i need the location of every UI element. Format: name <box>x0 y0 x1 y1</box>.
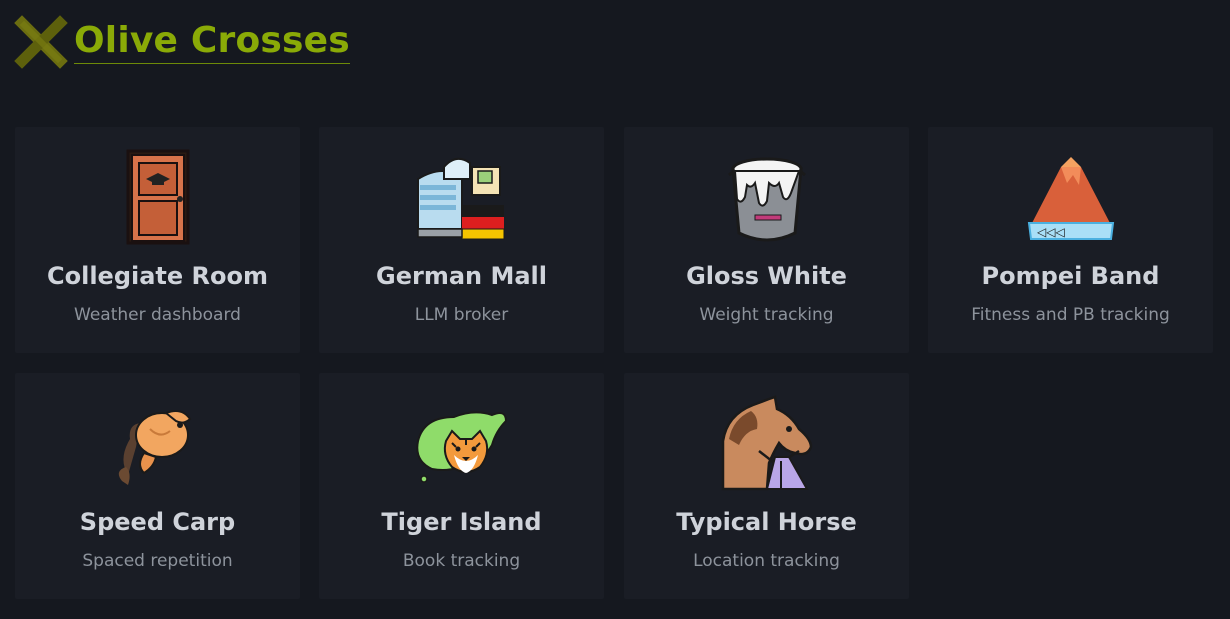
card-title: Speed Carp <box>79 508 236 536</box>
fish-icon <box>118 410 191 485</box>
horse-icon <box>721 395 812 491</box>
card-title: Pompei Band <box>981 262 1160 290</box>
card-subtitle: Weight tracking <box>699 305 834 325</box>
app-card-speed-carp[interactable]: Speed Carp Spaced repetition <box>15 373 300 599</box>
app-card-german-mall[interactable]: German Mall LLM broker <box>319 127 604 353</box>
card-title: Gloss White <box>686 262 847 290</box>
card-title: German Mall <box>376 262 547 290</box>
app-card-typical-horse[interactable]: Typical Horse Location tracking <box>624 373 909 599</box>
site-title[interactable]: Olive Crosses <box>74 20 350 64</box>
card-subtitle: LLM broker <box>414 305 509 325</box>
app-card-pompei-band[interactable]: ◁◁◁ Pompei Band Fitness and PB tracking <box>928 127 1213 353</box>
card-subtitle: Location tracking <box>693 551 840 571</box>
volcano-icon: ◁◁◁ <box>1027 157 1114 240</box>
card-subtitle: Book tracking <box>402 551 521 571</box>
home-link[interactable]: Olive Crosses <box>14 14 350 70</box>
olive-cross-logo-icon <box>14 15 68 69</box>
svg-text:◁◁◁: ◁◁◁ <box>1036 225 1065 239</box>
card-title: Collegiate Room <box>46 262 268 290</box>
mall-icon <box>416 157 504 240</box>
door-icon <box>126 149 189 245</box>
card-subtitle: Spaced repetition <box>82 551 233 571</box>
card-subtitle: Fitness and PB tracking <box>971 305 1170 325</box>
paint-bucket-icon <box>727 157 806 242</box>
card-title: Typical Horse <box>676 508 857 536</box>
app-card-collegiate-room[interactable]: Collegiate Room Weather dashboard <box>15 127 300 353</box>
app-card-gloss-white[interactable]: Gloss White Weight tracking <box>624 127 909 353</box>
card-title: Tiger Island <box>381 508 542 536</box>
card-subtitle: Weather dashboard <box>74 305 241 325</box>
app-card-tiger-island[interactable]: Tiger Island Book tracking <box>319 373 604 599</box>
tiger-island-icon <box>415 411 507 483</box>
